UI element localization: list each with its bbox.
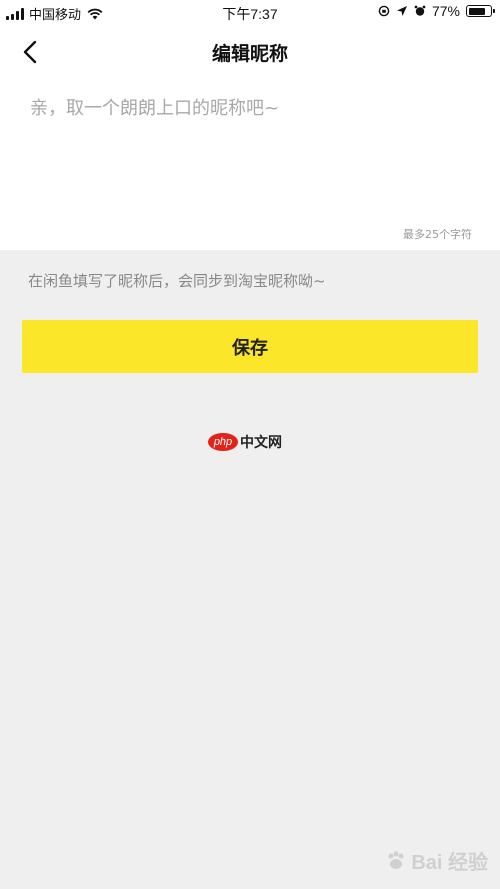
- paw-icon: [388, 851, 404, 869]
- char-limit-label: 最多25个字符: [403, 228, 472, 241]
- baidu-watermark-text: Bai 经验: [411, 852, 488, 874]
- battery-icon: [466, 5, 495, 17]
- nickname-input[interactable]: [30, 90, 470, 126]
- battery-percent: 77%: [431, 3, 460, 19]
- nickname-input-area: 最多25个字符: [0, 78, 500, 250]
- status-bar: 中国移动 下午7:37 77%: [0, 0, 500, 26]
- alarm-icon: [414, 5, 426, 16]
- location-icon: [396, 6, 407, 16]
- save-button[interactable]: 保存: [22, 320, 478, 373]
- nav-bar: 编辑昵称: [0, 26, 500, 78]
- sync-hint: 在闲鱼填写了昵称后，会同步到淘宝昵称呦~: [28, 272, 326, 290]
- battery-fill: [468, 7, 485, 15]
- orientation-lock-icon: [378, 5, 390, 17]
- php-logo: php: [208, 433, 238, 451]
- page-title: 编辑昵称: [211, 43, 288, 65]
- watermark-site-text: 中文网: [240, 435, 282, 451]
- status-right: 77%: [378, 3, 495, 19]
- baidu-watermark: Bai 经验: [385, 846, 488, 875]
- php-watermark: php 中文网: [208, 432, 282, 452]
